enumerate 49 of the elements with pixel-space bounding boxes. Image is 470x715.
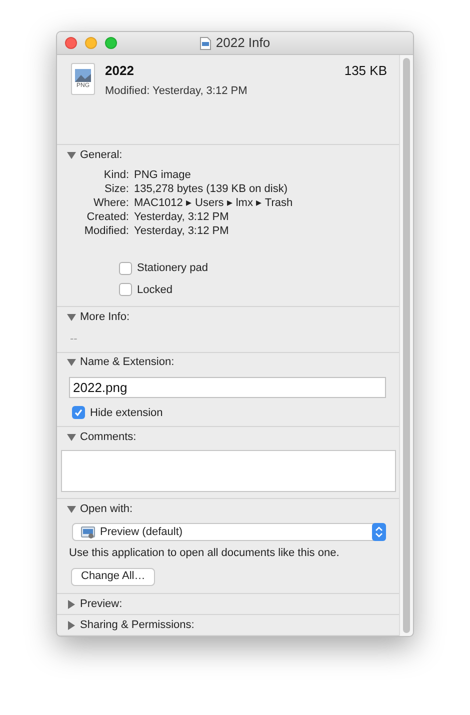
close-button[interactable] [65, 37, 77, 49]
filename-field[interactable]: 2022.png [69, 376, 386, 398]
comments-field[interactable] [61, 450, 396, 492]
section-title[interactable]: Name & Extension: [80, 354, 174, 371]
more-info-value: -- [69, 332, 78, 347]
field-label: Size: [104, 182, 129, 196]
section-title[interactable]: Preview: [80, 596, 122, 612]
disclosure-triangle-icon[interactable] [67, 432, 76, 442]
app-icon [81, 526, 95, 538]
stepper-icon [372, 523, 386, 541]
disclosure-triangle-icon[interactable] [67, 150, 76, 160]
window-title: 2022 Info [216, 34, 270, 52]
open-with-note: Use this application to open all documents like this one. [69, 546, 340, 561]
disclosure-triangle-icon[interactable] [67, 358, 76, 367]
modified-date: Modified: Yesterday, 3:12 PM [105, 84, 248, 98]
field-value: 135,278 bytes (139 KB on disk) [134, 182, 288, 196]
disclosure-triangle-icon[interactable] [67, 504, 76, 514]
minimize-button[interactable] [85, 37, 97, 49]
change-all-button[interactable]: Change All… [71, 568, 156, 586]
document-icon [200, 36, 211, 50]
scrollbar[interactable] [399, 55, 413, 636]
disclosure-triangle-icon[interactable] [67, 620, 76, 630]
file-name: 2022 [105, 62, 134, 80]
section-title[interactable]: More Info: [80, 308, 130, 326]
field-label: Modified: [83, 224, 129, 238]
field-value: Yesterday, 3:12 PM [134, 210, 230, 224]
field-label: Where: [92, 196, 129, 210]
checkbox[interactable] [119, 262, 132, 275]
section-title[interactable]: Comments: [80, 428, 136, 446]
section-title[interactable]: Sharing & Permissions: [80, 616, 194, 634]
checkbox[interactable] [72, 406, 85, 420]
section-title[interactable]: Open with: [80, 500, 133, 518]
field-label: Kind: [102, 168, 129, 182]
checkbox-label: Locked [137, 282, 172, 298]
app-name: Preview (default) [100, 524, 184, 540]
section-title[interactable]: General: [80, 146, 122, 164]
checkbox-label: Hide extension [90, 406, 163, 420]
app-dropdown[interactable]: Preview (default) [72, 523, 386, 541]
checkbox[interactable] [119, 283, 132, 296]
field-value: MAC1012 ▸ Users ▸ lmx ▸ Trash [134, 196, 294, 210]
disclosure-triangle-icon[interactable] [67, 312, 76, 322]
image-icon [75, 69, 91, 82]
field-value: Yesterday, 3:12 PM [134, 224, 230, 238]
field-value: PNG image [134, 168, 192, 182]
field-label: Created: [86, 210, 129, 224]
zoom-button[interactable] [105, 37, 117, 49]
checkbox-label: Stationery pad [137, 261, 208, 276]
file-size: 135 KB [344, 62, 387, 80]
disclosure-triangle-icon[interactable] [67, 600, 76, 608]
